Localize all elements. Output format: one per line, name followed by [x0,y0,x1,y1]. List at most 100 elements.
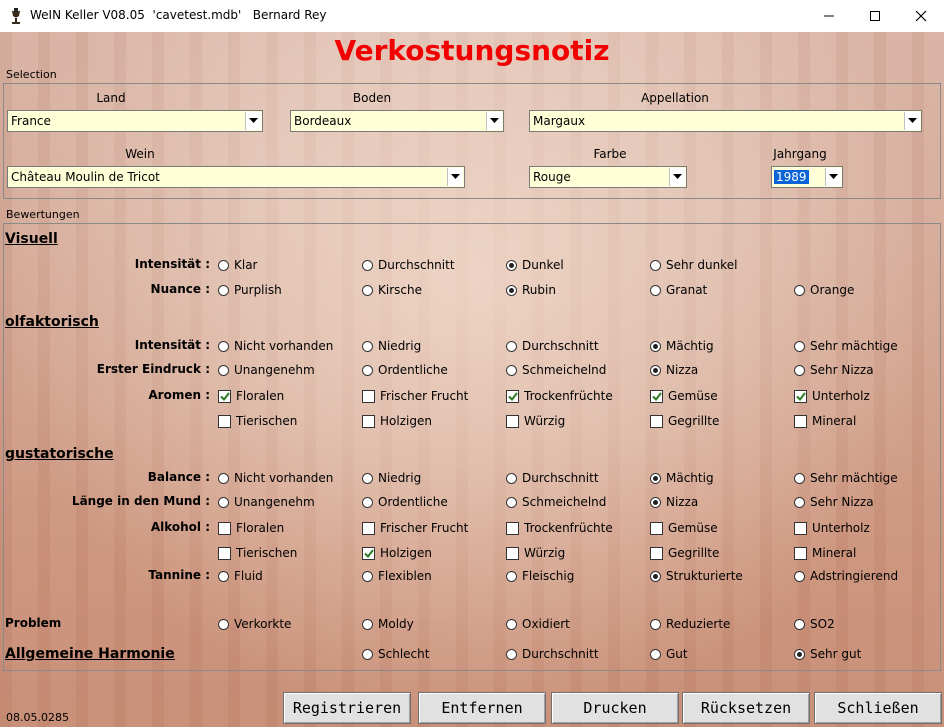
checkbox[interactable] [362,521,375,535]
radio-button[interactable] [362,259,373,271]
radio-option[interactable]: Nicht vorhanden [218,470,333,486]
checkbox[interactable] [506,389,519,403]
checkbox-option[interactable]: Tierischen [218,413,297,429]
checkbox-option[interactable]: Mineral [794,545,856,561]
radio-option[interactable]: Durchschnitt [506,470,599,486]
radio-option[interactable]: Niedrig [362,470,421,486]
radio-option[interactable]: Flexiblen [362,568,432,584]
radio-option[interactable]: Kirsche [362,282,422,298]
radio-option[interactable]: Sehr mächtige [794,338,898,354]
checkbox[interactable] [218,389,231,403]
maximize-button[interactable] [852,0,898,32]
radio-option[interactable]: Oxidiert [506,616,570,632]
radio-button[interactable] [218,472,229,484]
schliessen-button[interactable]: Schließen [814,692,942,724]
radio-option[interactable]: Purplish [218,282,282,298]
land-combobox[interactable]: France [7,110,263,132]
checkbox[interactable] [794,521,807,535]
radio-option[interactable]: Schlecht [362,646,429,662]
radio-button[interactable] [362,364,373,376]
checkbox-option[interactable]: Gegrillte [650,413,719,429]
checkbox-option[interactable]: Unterholz [794,520,870,536]
registrieren-button[interactable]: Registrieren [283,692,411,724]
wein-combobox[interactable]: Château Moulin de Tricot [7,166,465,188]
radio-option[interactable]: Rubin [506,282,556,298]
radio-option[interactable]: Schmeichelnd [506,362,606,378]
radio-button[interactable] [794,496,805,508]
radio-option[interactable]: Nizza [650,362,698,378]
radio-button[interactable] [794,284,805,296]
ruecksetzen-button[interactable]: Rücksetzen [682,692,810,724]
checkbox-option[interactable]: Gemüse [650,388,718,404]
radio-option[interactable]: SO2 [794,616,835,632]
radio-option[interactable]: Verkorkte [218,616,291,632]
radio-button[interactable] [218,570,229,582]
chevron-down-icon[interactable] [904,112,920,130]
checkbox-option[interactable]: Frischer Frucht [362,388,468,404]
jahrgang-combobox[interactable]: 1989 [771,166,843,188]
entfernen-button[interactable]: Entfernen [418,692,546,724]
radio-option[interactable]: Ordentliche [362,494,448,510]
checkbox[interactable] [362,414,375,428]
radio-option[interactable]: Niedrig [362,338,421,354]
radio-button[interactable] [506,340,517,352]
radio-option[interactable]: Unangenehm [218,362,315,378]
radio-option[interactable]: Mächtig [650,338,714,354]
radio-option[interactable]: Fluid [218,568,263,584]
radio-option[interactable]: Strukturierte [650,568,743,584]
radio-option[interactable]: Fleischig [506,568,574,584]
radio-option[interactable]: Sehr gut [794,646,861,662]
radio-option[interactable]: Dunkel [506,257,564,273]
boden-combobox[interactable]: Bordeaux [290,110,504,132]
radio-option[interactable]: Sehr Nizza [794,362,874,378]
farbe-combobox[interactable]: Rouge [529,166,687,188]
checkbox-option[interactable]: Mineral [794,413,856,429]
minimize-button[interactable] [806,0,852,32]
checkbox[interactable] [650,546,663,560]
checkbox-option[interactable]: Würzig [506,545,565,561]
radio-option[interactable]: Granat [650,282,707,298]
radio-button[interactable] [218,364,229,376]
radio-button[interactable] [650,570,661,582]
checkbox-option[interactable]: Tierischen [218,545,297,561]
radio-button[interactable] [218,340,229,352]
radio-option[interactable]: Moldy [362,616,414,632]
radio-button[interactable] [218,284,229,296]
checkbox-option[interactable]: Trockenfrüchte [506,520,613,536]
checkbox[interactable] [650,414,663,428]
checkbox[interactable] [794,414,807,428]
chevron-down-icon[interactable] [669,168,685,186]
radio-option[interactable]: Durchschnitt [506,338,599,354]
radio-button[interactable] [650,284,661,296]
radio-option[interactable]: Klar [218,257,258,273]
radio-button[interactable] [362,648,373,660]
radio-button[interactable] [506,284,517,296]
radio-button[interactable] [650,472,661,484]
radio-option[interactable]: Nizza [650,494,698,510]
radio-option[interactable]: Sehr dunkel [650,257,737,273]
radio-button[interactable] [362,472,373,484]
checkbox[interactable] [650,389,663,403]
radio-button[interactable] [650,259,661,271]
chevron-down-icon[interactable] [825,168,841,186]
radio-option[interactable]: Orange [794,282,854,298]
radio-button[interactable] [218,496,229,508]
checkbox[interactable] [218,414,231,428]
chevron-down-icon[interactable] [447,168,463,186]
radio-button[interactable] [650,496,661,508]
radio-option[interactable]: Reduzierte [650,616,730,632]
checkbox[interactable] [506,414,519,428]
radio-button[interactable] [650,618,661,630]
checkbox-option[interactable]: Gemüse [650,520,718,536]
radio-button[interactable] [794,570,805,582]
radio-button[interactable] [794,618,805,630]
radio-option[interactable]: Schmeichelnd [506,494,606,510]
checkbox-option[interactable]: Floralen [218,520,284,536]
radio-button[interactable] [650,648,661,660]
checkbox-option[interactable]: Gegrillte [650,545,719,561]
checkbox[interactable] [218,546,231,560]
radio-button[interactable] [506,648,517,660]
checkbox[interactable] [794,546,807,560]
radio-button[interactable] [362,284,373,296]
drucken-button[interactable]: Drucken [551,692,679,724]
